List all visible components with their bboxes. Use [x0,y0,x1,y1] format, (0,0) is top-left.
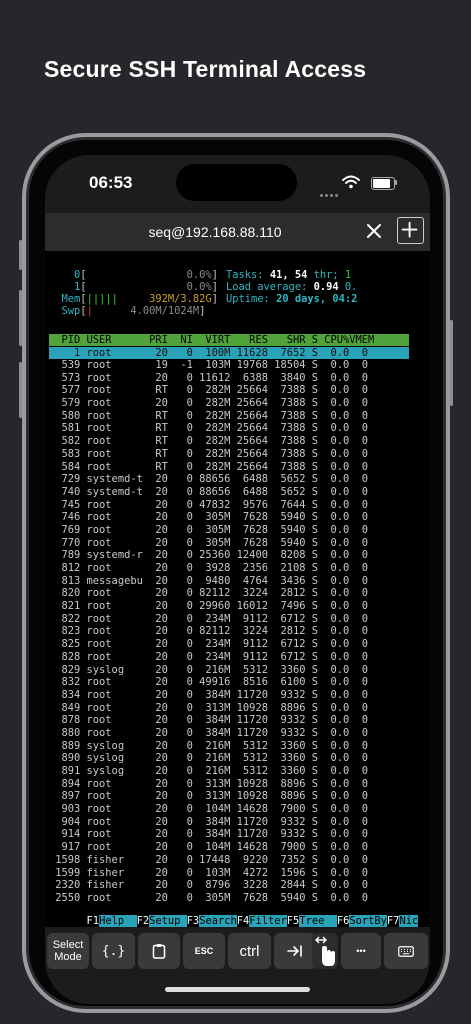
wifi-icon [342,175,360,189]
process-row[interactable]: 880 root 20 0 384M 11720 9332 S 0.0 0 [49,727,369,740]
process-row[interactable]: 813 messagebu 20 0 9480 4764 3436 S 0.0 … [49,575,369,588]
meter-mem: Mem[||||| 392M/3.82G] [61,293,218,305]
signal-icon [320,184,340,202]
process-row[interactable]: 822 root 20 0 234M 9112 6712 S 0.0 0 [49,613,369,626]
process-row[interactable]: 904 root 20 0 384M 11720 9332 S 0.0 0 [49,816,369,829]
fkey-filter[interactable]: F4Filter [237,914,287,927]
process-row[interactable]: 878 root 20 0 384M 11720 9332 S 0.0 0 [49,714,369,727]
home-indicator [165,987,310,992]
touch-drag-button[interactable] [312,933,338,969]
tab-arrow-icon [287,945,302,957]
process-row[interactable]: 729 systemd-t 20 0 88656 6488 5652 S 0.0… [49,473,369,486]
clipboard-button[interactable] [138,933,180,969]
clipboard-icon [152,944,166,959]
more-keys-button[interactable]: ••• [341,933,381,969]
process-row[interactable]: 573 root 20 0 11612 6388 3840 S 0.0 0 [49,372,369,385]
process-row[interactable]: 894 root 20 0 313M 10928 8896 S 0.0 0 [49,778,369,791]
process-row[interactable]: 821 root 20 0 29960 16012 7496 S 0.0 0 [49,600,369,613]
headline: Secure SSH Terminal Access [44,56,367,82]
session-tab-bar: seq@192.168.88.110 [45,213,430,251]
process-list: 539 root 19 -1 103M 19768 18504 S 0.0 0 … [49,359,368,905]
keyboard-toolbar: Select Mode {.} ESC ctrl ••• [45,927,430,1004]
keyboard-icon [398,945,414,957]
side-button-volume-up [19,290,22,346]
process-row[interactable]: 829 syslog 20 0 216M 5312 3360 S 0.0 0 [49,664,369,677]
meter-cpu1: 1[ 0.0%] [74,281,218,293]
process-row[interactable]: 834 root 20 0 384M 11720 9332 S 0.0 0 [49,689,369,702]
side-button-power [450,320,453,406]
process-row[interactable]: 889 syslog 20 0 216M 5312 3360 S 0.0 0 [49,740,369,753]
process-row[interactable]: 828 root 20 0 234M 9112 6712 S 0.0 0 [49,651,369,664]
close-icon[interactable] [363,219,385,243]
process-row[interactable]: 1599 fisher 20 0 103M 4272 1596 S 0.0 0 [49,867,368,880]
process-row[interactable]: 849 root 20 0 313M 10928 8896 S 0.0 0 [49,702,369,715]
screen: 06:53 seq@192.168.88.110 0[ 0.0%] 1[0.0… [45,155,430,1004]
load-average: Load average: 0.94 0. [226,281,358,293]
ctrl-button[interactable]: ctrl [228,933,271,969]
process-row[interactable]: 897 root 20 0 313M 10928 8896 S 0.0 0 [49,790,369,803]
process-row[interactable]: 891 syslog 20 0 216M 5312 3360 S 0.0 0 [49,765,369,778]
side-button-volume-down [19,362,22,418]
process-row-selected[interactable]: 1 root 20 0 100M 11628 7652 S 0.0 0 [49,347,409,359]
process-row[interactable]: 583 root RT 0 282M 25664 7388 S 0.0 0 [49,448,369,461]
process-row[interactable]: 1598 fisher 20 0 17448 9220 7352 S 0.0 0 [49,854,368,867]
process-row[interactable]: 582 root RT 0 282M 25664 7388 S 0.0 0 [49,435,369,448]
process-row[interactable]: 903 root 20 0 104M 14628 7900 S 0.0 0 [49,803,369,816]
terminal-output[interactable]: 0[ 0.0%] 1[ 0.0%] Mem[||||| 392M/3.82G] … [45,251,430,927]
fkey-setup[interactable]: F2Setup [137,914,187,927]
status-bar: 06:53 [45,155,430,213]
meter-swp: Swp[| 4.00M/1024M] [61,305,206,317]
session-tab-title[interactable]: seq@192.168.88.110 [45,224,385,240]
plus-icon [401,221,418,238]
fkey-sortby[interactable]: F6SortBy [337,914,387,927]
keyboard-button[interactable] [384,933,428,969]
process-row[interactable]: 577 root RT 0 282M 25664 7388 S 0.0 0 [49,384,369,397]
process-row[interactable]: 539 root 19 -1 103M 19768 18504 S 0.0 0 [49,359,369,372]
tab-button[interactable] [274,933,316,969]
process-row[interactable]: 917 root 20 0 104M 14628 7900 S 0.0 0 [49,841,369,854]
new-tab-button[interactable] [397,217,424,244]
process-row[interactable]: 579 root 20 0 282M 25664 7388 S 0.0 0 [49,397,369,410]
process-row[interactable]: 820 root 20 0 82112 3224 2812 S 0.0 0 [49,587,369,600]
fkey-tree[interactable]: F5Tree [287,914,337,927]
battery-icon [371,177,395,190]
touch-drag-icon [315,936,335,966]
process-row[interactable]: 584 root RT 0 282M 25664 7388 S 0.0 0 [49,461,369,474]
fkey-nice[interactable]: F7Nic [387,914,419,927]
process-row[interactable]: 745 root 20 0 47832 9576 7644 S 0.0 0 [49,499,369,512]
dynamic-island [176,164,297,201]
process-row[interactable]: 581 root RT 0 282M 25664 7388 S 0.0 0 [49,422,369,435]
process-row[interactable]: 812 root 20 0 3928 2356 2108 S 0.0 0 [49,562,369,575]
process-row[interactable]: 825 root 20 0 234M 9112 6712 S 0.0 0 [49,638,369,651]
side-button-mute [19,240,22,270]
process-table-header: PID USER PRI NI VIRT RES SHR S CPU%VMEM [49,334,409,346]
fkey-search[interactable]: F3Search [187,914,237,927]
fkey-help[interactable]: F1Help [87,914,137,927]
process-row[interactable]: 823 root 20 0 82112 3224 2812 S 0.0 0 [49,625,369,638]
status-time: 06:53 [89,173,133,192]
select-mode-button[interactable]: Select Mode [47,933,89,969]
process-row[interactable]: 2320 fisher 20 0 8796 3228 2844 S 0.0 0 [49,879,368,892]
esc-button[interactable]: ESC [183,933,225,969]
process-row[interactable]: 769 root 20 0 305M 7628 5940 S 0.0 0 [49,524,369,537]
process-row[interactable]: 914 root 20 0 384M 11720 9332 S 0.0 0 [49,828,369,841]
process-row[interactable]: 789 systemd-r 20 0 25360 12400 8208 S 0.… [49,549,369,562]
meter-cpu0: 0[ 0.0%] [74,269,218,281]
process-row[interactable]: 832 root 20 0 49916 8516 6100 S 0.0 0 [49,676,369,689]
process-row[interactable]: 770 root 20 0 305M 7628 5940 S 0.0 0 [49,537,369,550]
battery-tip [395,180,397,185]
process-row[interactable]: 890 syslog 20 0 216M 5312 3360 S 0.0 0 [49,752,369,765]
uptime: Uptime: 20 days, 04:2 [226,293,358,305]
process-row[interactable]: 740 systemd-t 20 0 88656 6488 5652 S 0.0… [49,486,369,499]
tasks-summary: Tasks: 41, 54 thr; 1 [226,269,352,281]
process-row[interactable]: 580 root RT 0 282M 25664 7388 S 0.0 0 [49,410,369,423]
braces-button[interactable]: {.} [92,933,135,969]
process-row[interactable]: 746 root 20 0 305M 7628 5940 S 0.0 0 [49,511,369,524]
